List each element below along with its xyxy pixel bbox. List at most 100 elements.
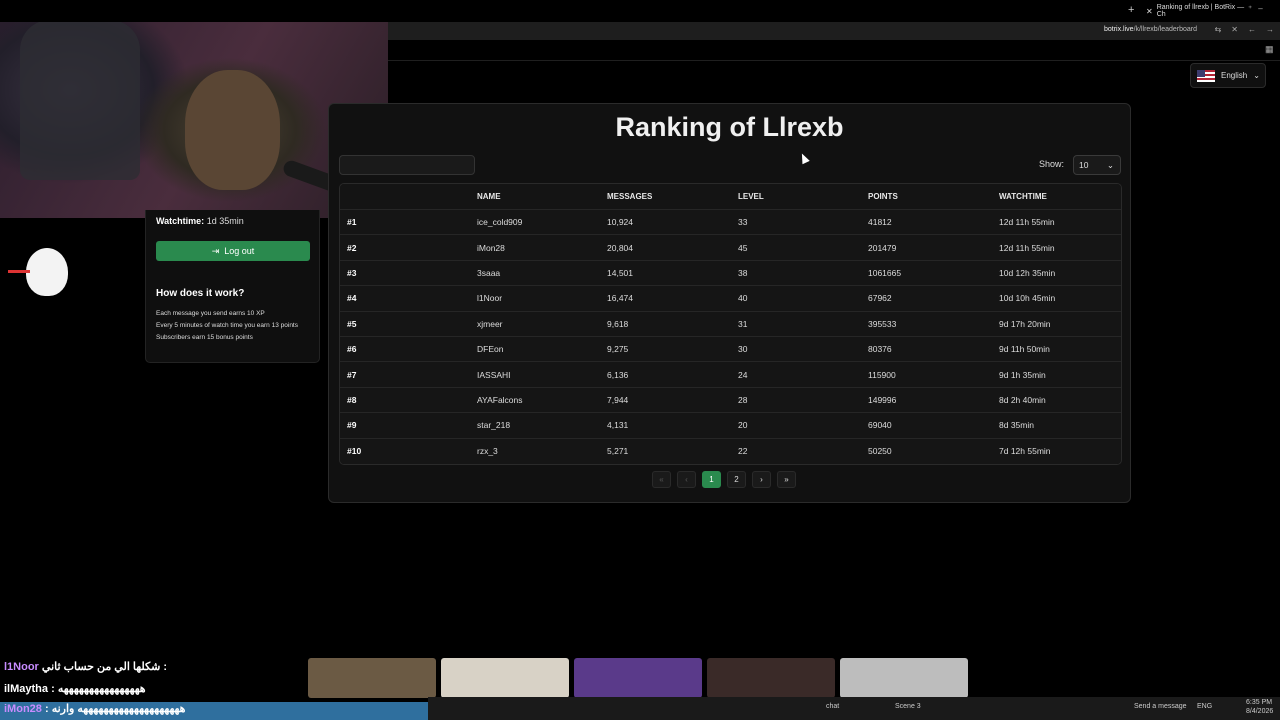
cell-messages: 5,271: [607, 446, 629, 457]
cell-name[interactable]: ice_cold909: [477, 210, 522, 234]
thumbnail[interactable]: [840, 658, 968, 698]
next-page-button[interactable]: ›: [752, 471, 771, 488]
thumbnail-strip: [308, 658, 968, 698]
table-row[interactable]: #9 star_218 4,131 20 69040 8d 35min: [340, 413, 1121, 439]
thumbnail[interactable]: [308, 658, 436, 698]
cell-name[interactable]: iMon28: [477, 235, 505, 259]
cell-rank: #2: [347, 242, 357, 253]
table-row[interactable]: #6 DFEon 9,275 30 80376 9d 11h 50min: [340, 336, 1121, 363]
how-it-works-title: How does it work?: [156, 288, 245, 299]
cell-points: 149996: [868, 394, 897, 405]
cell-name[interactable]: 3saaa: [477, 261, 500, 285]
us-flag-icon: [1197, 69, 1215, 82]
close-icon[interactable]: ✕: [1231, 25, 1238, 34]
table-row[interactable]: #10 rzx_3 5,271 22 50250 7d 12h 55min: [340, 438, 1121, 464]
send-message-input[interactable]: Send a message: [1134, 703, 1187, 710]
cell-messages: 9,618: [607, 318, 629, 329]
screen: + ✕ Ranking of llrexb | BotRix — Ch ⁺– b…: [0, 0, 1280, 720]
last-page-button[interactable]: »: [777, 471, 796, 488]
close-tab-icon[interactable]: ✕: [1146, 7, 1153, 16]
table-row[interactable]: #8 AYAFalcons 7,944 28 149996 8d 2h 40min: [340, 387, 1121, 414]
col-name[interactable]: NAME: [477, 184, 501, 209]
cell-messages: 20,804: [607, 242, 633, 253]
thumbnail[interactable]: [441, 658, 569, 698]
cell-name[interactable]: rzx_3: [477, 439, 498, 464]
table-row[interactable]: #1 ice_cold909 10,924 33 41812 12d 11h 55min: [340, 210, 1121, 236]
cell-name[interactable]: xjmeer: [477, 312, 503, 336]
cell-points: 201479: [868, 242, 897, 253]
cell-level: 45: [738, 242, 748, 253]
page-size-value: 10: [1079, 160, 1089, 170]
table-row[interactable]: #2 iMon28 20,804 45 201479 12d 11h 55min: [340, 235, 1121, 261]
scene-label[interactable]: Scene 3: [895, 703, 921, 710]
col-watchtime[interactable]: WATCHTIME: [999, 184, 1047, 209]
url-text[interactable]: botrix.live/k/llrexb/leaderboard: [1104, 26, 1197, 33]
browser-tab[interactable]: ✕ Ranking of llrexb | BotRix — Ch: [1146, 2, 1250, 20]
leaderboard-table: NAME MESSAGES LEVEL POINTS WATCHTIME #1 i…: [339, 183, 1122, 465]
table-header: NAME MESSAGES LEVEL POINTS WATCHTIME: [340, 184, 1121, 210]
cell-name[interactable]: AYAFalcons: [477, 388, 523, 412]
cell-name[interactable]: IASSAHI: [477, 362, 511, 386]
pagination: « ‹ 1 2 › »: [652, 471, 796, 488]
cell-level: 28: [738, 394, 748, 405]
clock-date: 8/4/2026: [1246, 708, 1274, 715]
cell-rank: #1: [347, 217, 357, 228]
table-row[interactable]: #5 xjmeer 9,618 31 395533 9d 17h 20min: [340, 311, 1121, 337]
window-controls-icon[interactable]: ⁺–: [1248, 4, 1269, 13]
chevron-down-icon: ⌄: [1253, 71, 1260, 80]
cell-rank: #8: [347, 394, 357, 405]
forward-icon[interactable]: →: [1266, 25, 1274, 34]
back-icon[interactable]: ←: [1248, 25, 1256, 34]
first-page-button[interactable]: «: [652, 471, 671, 488]
cell-points: 41812: [868, 217, 892, 228]
page-1-button[interactable]: 1: [702, 471, 721, 488]
cell-rank: #5: [347, 318, 357, 329]
col-points[interactable]: POINTS: [868, 184, 898, 209]
chat-overlay: l1Noor شكلها الي من حساب ثاني : ilMaytha…: [0, 658, 428, 720]
table-row[interactable]: #3 3saaa 14,501 38 1061665 10d 12h 35min: [340, 260, 1121, 287]
cell-messages: 10,924: [607, 217, 633, 228]
logout-button[interactable]: ⇥ Log out: [156, 241, 310, 261]
thumbnail[interactable]: [574, 658, 702, 698]
translate-icon[interactable]: ⇆: [1215, 25, 1222, 34]
cell-messages: 4,131: [607, 420, 629, 431]
language-selector[interactable]: English ⌄: [1190, 63, 1266, 88]
language-indicator[interactable]: ENG: [1197, 703, 1212, 710]
table-row[interactable]: #7 IASSAHI 6,136 24 115900 9d 1h 35min: [340, 362, 1121, 388]
site-header: English ⌄: [388, 60, 1280, 90]
col-messages[interactable]: MESSAGES: [607, 184, 652, 209]
cell-rank: #9: [347, 420, 357, 431]
cell-level: 31: [738, 318, 748, 329]
col-level[interactable]: LEVEL: [738, 184, 764, 209]
cell-level: 22: [738, 446, 748, 457]
page-size-select[interactable]: 10 ⌄: [1073, 155, 1121, 175]
chevron-down-icon: ⌄: [1106, 159, 1114, 170]
cell-points: 80376: [868, 344, 892, 355]
cell-level: 20: [738, 420, 748, 431]
cell-watchtime: 9d 11h 50min: [999, 344, 1050, 355]
cell-watchtime: 8d 2h 40min: [999, 394, 1046, 405]
address-bar[interactable]: botrix.live/k/llrexb/leaderboard ⇆ ✕ ← →: [388, 22, 1280, 40]
chat-source[interactable]: chat: [826, 703, 839, 710]
tab-title: Ranking of llrexb | BotRix — Ch: [1156, 4, 1245, 18]
cell-name[interactable]: DFEon: [477, 337, 503, 361]
cell-watchtime: 12d 11h 55min: [999, 217, 1055, 228]
prev-page-button[interactable]: ‹: [677, 471, 696, 488]
new-tab-icon[interactable]: +: [1128, 4, 1134, 16]
thumbnail[interactable]: [707, 658, 835, 698]
table-row[interactable]: #4 l1Noor 16,474 40 67962 10d 10h 45min: [340, 286, 1121, 312]
cell-watchtime: 10d 12h 35min: [999, 267, 1056, 278]
cell-rank: #6: [347, 344, 357, 355]
watchtime-info: Watchtime: 1d 35min: [156, 216, 244, 226]
extensions-icon[interactable]: ▦: [1265, 44, 1274, 55]
page-2-button[interactable]: 2: [727, 471, 746, 488]
how-it-works-list: Each message you send earns 10 XP Every …: [156, 308, 298, 344]
cell-messages: 7,944: [607, 394, 629, 405]
cell-name[interactable]: l1Noor: [477, 286, 502, 310]
cell-watchtime: 8d 35min: [999, 420, 1034, 431]
cell-messages: 14,501: [607, 267, 633, 278]
search-input[interactable]: [339, 155, 475, 175]
cell-messages: 16,474: [607, 293, 633, 304]
cell-name[interactable]: star_218: [477, 413, 510, 437]
chat-message: l1Noor شكلها الي من حساب ثاني :: [4, 661, 168, 673]
